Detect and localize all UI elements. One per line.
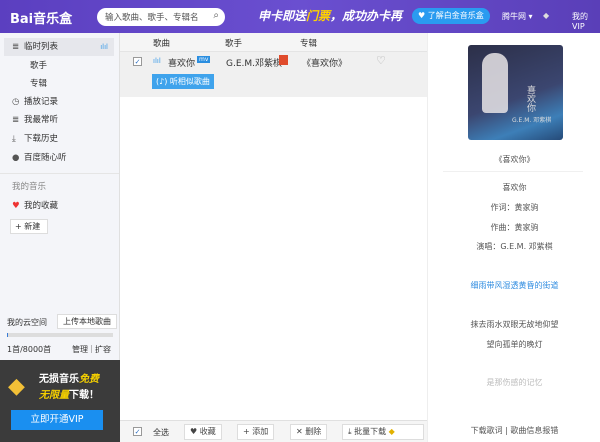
footer-toolbar: ✓ 全选 ♥ 收藏 + 添加 ✕ 删除 ⤓ 批量下载 ◆ — [120, 420, 427, 442]
playing-icon: ılıl — [153, 57, 161, 65]
mv-badge[interactable]: mv — [197, 56, 211, 63]
sidebar-item-temp-list[interactable]: ≣ 临时列表 ılıl — [4, 38, 114, 56]
sidebar-item-downloads[interactable]: ⤓ 下载历史 — [4, 130, 114, 148]
song-title[interactable]: 喜欢你 — [168, 56, 195, 69]
music-disc-icon: ● — [12, 153, 20, 163]
sidebar-item-artist[interactable]: 歌手 — [4, 57, 114, 75]
select-all-checkbox[interactable]: ✓ — [133, 427, 142, 436]
lyric-line: 作词：黄家驹 — [490, 203, 539, 212]
album-title[interactable]: 《喜欢你》 — [428, 154, 600, 165]
sidebar-item-favorites[interactable]: ♥ 我的收藏 — [4, 197, 114, 215]
batch-download-button[interactable]: ⤓ 批量下载 ◆ — [342, 424, 424, 440]
list-icon: ≣ — [12, 115, 20, 125]
lyric-line: 抹去雨水双眼无故地仰望 — [470, 320, 559, 329]
list-icon: ≣ — [12, 42, 20, 52]
delete-button[interactable]: ✕ 删除 — [290, 424, 328, 440]
sidebar-item-album[interactable]: 专辑 — [4, 75, 114, 93]
album-name[interactable]: 《喜欢你》 — [302, 56, 347, 69]
vip-icon: ◆ — [388, 427, 395, 436]
sidebar: ≣ 临时列表 ılıl 歌手 专辑 ◷ 播放记录 ≣ 我最常听 ⤓ 下载历史 ● 百度随心听… — [0, 33, 120, 442]
search-icon[interactable]: ⌕ — [213, 10, 219, 21]
table-header: 歌曲 歌手 专辑 — [120, 33, 427, 52]
search-input[interactable]: 输入歌曲、歌手、专辑名 ⌕ — [97, 8, 225, 26]
sidebar-item-radio[interactable]: ● 百度随心听 — [4, 149, 114, 167]
report-error-link[interactable]: 歌曲信息报错 — [510, 426, 558, 435]
expand-link[interactable]: 扩容 — [95, 344, 111, 355]
artist-name[interactable]: G.E.M.邓紫棋 — [226, 56, 282, 69]
my-vip-link[interactable]: 我的VIP — [572, 11, 600, 31]
column-song[interactable]: 歌曲 — [153, 37, 170, 49]
lyric-line: 演唱：G.E.M. 邓紫棋 — [476, 242, 553, 251]
playing-icon: ılıl — [100, 43, 108, 51]
open-vip-button[interactable]: 立即开通VIP — [11, 410, 103, 430]
upload-button[interactable]: 上传本地歌曲 — [57, 314, 117, 329]
sidebar-item-most-played[interactable]: ≣ 我最常听 — [4, 111, 114, 129]
new-playlist-button[interactable]: + 新建 — [10, 219, 48, 234]
heart-icon[interactable]: ♡ — [376, 54, 386, 67]
clock-icon: ◷ — [12, 97, 20, 107]
my-music-heading: 我的音乐 — [12, 182, 47, 192]
select-all-label[interactable]: 全选 — [153, 427, 169, 438]
header: Bai音乐盒 输入歌曲、歌手、专辑名 ⌕ 申卡即送门票，成功办卡再 ♥ 了解白金音… — [0, 0, 600, 33]
lyrics-panel: 喜欢你 G.E.M. 邓紫棋 《喜欢你》 喜欢你 作词：黄家驹 作曲：黄家驹 演… — [427, 33, 600, 442]
row-checkbox[interactable]: ✓ — [133, 57, 142, 66]
diamond-icon: ◆ — [8, 374, 25, 399]
lyric-line: 喜欢你 — [502, 183, 527, 192]
album-cover[interactable]: 喜欢你 G.E.M. 邓紫棋 — [468, 45, 563, 140]
promo-banner[interactable]: 申卡即送门票，成功办卡再 — [258, 7, 402, 24]
lyric-line-current: 细雨带风湿透黄昏的街道 — [470, 281, 559, 290]
site-menu[interactable]: 腾牛网 ▾ — [502, 11, 533, 22]
download-icon: ⤓ — [12, 134, 16, 144]
heart-icon: ♥ — [190, 427, 198, 436]
sidebar-item-history[interactable]: ◷ 播放记录 — [4, 93, 114, 111]
logo[interactable]: Bai音乐盒 — [10, 8, 72, 27]
download-lyrics-link[interactable]: 下载歌词 — [471, 426, 503, 435]
lyric-line: 是那伤感的记忆 — [486, 378, 543, 387]
similar-songs-button[interactable]: (♪) 听相似歌曲 — [152, 74, 214, 89]
vip-promo: ◆ 无损音乐免费 无限量下载！ 立即开通VIP — [0, 360, 120, 442]
lyric-line: 作曲：黄家驹 — [490, 223, 539, 232]
table-row[interactable]: ✓ ılıl 喜欢你 mv G.E.M.邓紫棋 《喜欢你》 ♡ (♪) 听相似歌… — [120, 52, 427, 97]
column-artist[interactable]: 歌手 — [225, 37, 242, 49]
artist-badge-icon — [279, 55, 288, 65]
storage-bar — [7, 333, 113, 337]
manage-link[interactable]: 管理 — [72, 344, 88, 355]
lyric-line: 望向孤单的晚灯 — [486, 340, 543, 349]
favorite-button[interactable]: ♥ 收藏 — [184, 424, 222, 440]
song-list: 歌曲 歌手 专辑 ✓ ılıl 喜欢你 mv G.E.M.邓紫棋 《喜欢你》 ♡… — [120, 33, 427, 442]
heart-icon: ♥ — [12, 201, 20, 211]
column-album[interactable]: 专辑 — [300, 37, 317, 49]
diamond-icon[interactable]: ◆ — [543, 11, 549, 20]
platinum-promo-button[interactable]: ♥ 了解白金音乐盒 — [412, 8, 490, 24]
add-button[interactable]: + 添加 — [237, 424, 275, 440]
